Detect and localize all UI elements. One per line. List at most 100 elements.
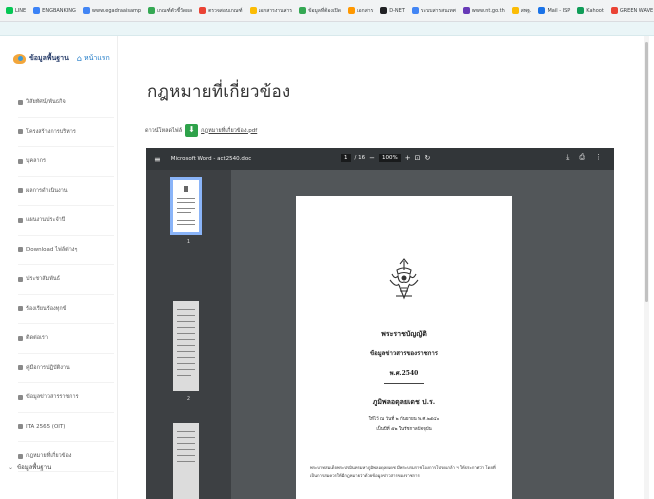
bookmark-label: ระบบสารสนเทศ [420, 7, 456, 14]
sidebar: ข้อมูลพื้นฐาน ⌂ หน้าแรก วิสัยทัศน์/พันธก… [0, 36, 118, 499]
sidebar-item[interactable]: Download ไฟล์ต่างๆ [18, 236, 114, 265]
sidebar-item-basic-info[interactable]: ⌄ ข้อมูลพื้นฐาน [8, 462, 51, 472]
brand-label: ข้อมูลพื้นฐาน [29, 54, 69, 62]
pdf-pager: 1 / 16 − 100% + ⊡ ↻ [341, 154, 430, 162]
bookmark-favicon-icon [148, 7, 156, 14]
zoom-input[interactable]: 100% [378, 154, 401, 162]
page-title: กฎหมายที่เกี่ยวข้อง [147, 82, 291, 102]
main-content: กฎหมายที่เกี่ยวข้อง ดาวน์โหลดไฟล์ กฎหมาย… [118, 36, 640, 499]
sidebar-item[interactable]: ประชาสัมพันธ์ [18, 265, 114, 295]
download-prefix: ดาวน์โหลดไฟล์ [145, 127, 183, 134]
bookmark-item[interactable]: ข้อมูลที่ต้องเปิด [299, 7, 341, 15]
bookmark-label: Kahoot [586, 7, 604, 14]
bookmark-item[interactable]: สพฐ. [511, 7, 531, 15]
sidebar-item-icon [18, 424, 23, 430]
rotate-icon[interactable]: ↻ [424, 154, 430, 162]
sidebar-item-icon [18, 394, 23, 400]
sidebar-item-label: ผลการดำเนินงาน [26, 187, 68, 194]
chevron-down-icon: ⌄ [8, 463, 14, 471]
bookmark-item[interactable]: ENGBANKING [33, 7, 76, 14]
pdf-scrollbar[interactable] [611, 170, 614, 499]
bookmark-label: www.egadraaisamp [91, 7, 142, 14]
sidebar-brand[interactable]: ข้อมูลพื้นฐาน ⌂ หน้าแรก [13, 53, 110, 64]
sidebar-item-label: แผนงานประจำปี [26, 217, 66, 224]
sidebar-item[interactable]: แผนงานประจำปี [18, 206, 114, 236]
bookmark-item[interactable]: D-NET [380, 7, 405, 14]
bookmark-item[interactable]: Mail - ISP [538, 7, 570, 14]
sidebar-item-icon [18, 217, 23, 223]
sidebar-item-icon [18, 188, 23, 194]
sidebar-item-label: ข้อมูลข่าวสารราชการ [26, 394, 79, 401]
doc-date-line: ให้ไว้ ณ วันที่ ๒ กันยายน พ.ศ.๒๕๔๐ [368, 417, 440, 422]
thumbnail-pane: 1 2 [146, 170, 231, 499]
thumbnail-number: 1 [186, 239, 191, 245]
sidebar-item[interactable]: ติดต่อเรา [18, 324, 114, 354]
zoom-in-icon[interactable]: + [405, 154, 411, 162]
doc-reign-line: เป็นปีที่ ๕๒ ในรัชกาลปัจจุบัน [376, 427, 432, 432]
bookmark-item[interactable]: LINE [6, 7, 26, 14]
bookmarks-bar: LINE ENGBANKING www.egadraaisamp เกณฑ์ตัวชี… [0, 0, 654, 22]
more-options-icon[interactable]: ⋮ [595, 153, 602, 162]
download-icon[interactable] [185, 124, 199, 137]
pdf-viewer[interactable]: ≡ Microsoft Word - act2540.doc 1 / 16 − … [146, 148, 614, 499]
bookmark-label: ข้อมูลที่ต้องเปิด [308, 7, 341, 14]
header-strip [0, 22, 654, 36]
bookmark-favicon-icon [380, 7, 388, 14]
sidebar-item-label: ITA 2565 (OIT) [26, 423, 66, 430]
bookmark-label: เอกสาร [356, 7, 374, 14]
sidebar-item-label: Download ไฟล์ต่างๆ [26, 246, 78, 253]
bookmark-item[interactable]: www.egadraaisamp [82, 7, 142, 14]
sidebar-item-icon [18, 276, 23, 282]
sidebar-item-icon [18, 158, 23, 164]
sidebar-item[interactable]: ข้อมูลข่าวสารราชการ [18, 383, 114, 413]
sidebar-item-label: บุคลากร [26, 158, 46, 165]
doc-heading-4: ภูมิพลอดุลยเดช ป.ร. [372, 397, 436, 406]
thumbnail-page-3[interactable] [173, 423, 199, 499]
bookmark-item[interactable]: GREEN WAVE [610, 7, 653, 14]
home-link[interactable]: ⌂ หน้าแรก [77, 53, 110, 64]
download-link[interactable]: กฎหมายที่เกี่ยวข้อง.pdf [201, 127, 257, 135]
bookmark-favicon-icon [411, 7, 419, 14]
page-number-input[interactable]: 1 [341, 154, 351, 162]
fit-page-icon[interactable]: ⊡ [415, 154, 421, 162]
sidebar-item[interactable]: ร้องเรียนร้องทุกข์ [18, 295, 114, 324]
page-scrollbar-thumb[interactable] [645, 42, 648, 302]
doc-heading-1: พระราชบัญญัติ [381, 329, 427, 338]
doc-heading-2: ข้อมูลข่าวสารของราชการ [370, 350, 438, 357]
sidebar-item[interactable]: ผลการดำเนินงาน [18, 177, 114, 206]
bookmark-item[interactable]: ตรวจสอบเกณฑ์ [199, 7, 243, 15]
download-pdf-icon[interactable]: ⤓ [566, 153, 569, 162]
sidebar-item[interactable]: บุคลากร [18, 147, 114, 177]
bookmark-item[interactable]: Kahoot [577, 7, 604, 14]
sidebar-nav: วิสัยทัศน์/พันธกิจ โครงสร้างการบริหารบุคล… [18, 88, 114, 472]
bookmark-favicon-icon [33, 7, 41, 14]
bookmark-item[interactable]: ระบบสารสนเทศ [411, 7, 456, 15]
pdf-page: พระราชบัญญัติ ข้อมูลข่าวสารของราชการ พ.ศ… [296, 196, 512, 499]
sidebar-item[interactable]: วิสัยทัศน์/พันธกิจ [18, 88, 114, 118]
bookmark-label: Mail - ISP [547, 7, 571, 14]
sidebar-item-icon [18, 129, 23, 135]
pdf-toolbar: ≡ Microsoft Word - act2540.doc 1 / 16 − … [146, 148, 614, 170]
bookmark-item[interactable]: เกณฑ์ตัวชี้วัดผล [148, 7, 192, 15]
sidebar-item-label: กฎหมายที่เกี่ยวข้อง [26, 453, 72, 460]
sidebar-item-icon [18, 247, 23, 253]
sidebar-item-icon [18, 335, 23, 341]
zoom-out-icon[interactable]: − [369, 154, 375, 162]
sidebar-item[interactable]: คู่มือการปฏิบัติงาน [18, 354, 114, 383]
sidebar-item-label: ประชาสัมพันธ์ [26, 276, 60, 283]
thumbnail-page-1[interactable] [170, 177, 202, 235]
bookmark-item[interactable]: เอกสาร [347, 7, 374, 15]
print-icon[interactable]: ⎙ [579, 153, 585, 162]
page-scrollbar[interactable] [644, 36, 649, 499]
bookmark-favicon-icon [577, 7, 585, 14]
bookmark-label: เกณฑ์ตัวชี้วัดผล [157, 7, 193, 14]
sidebar-item[interactable]: ITA 2565 (OIT) [18, 413, 114, 442]
menu-icon[interactable]: ≡ [154, 155, 161, 164]
sidebar-item[interactable]: โครงสร้างการบริหาร [18, 118, 114, 147]
bookmark-favicon-icon [462, 7, 470, 14]
thumbnail-page-2[interactable] [173, 301, 199, 391]
bookmark-item[interactable]: เอกสารงานสาร [249, 7, 292, 15]
bookmark-item[interactable]: www.nt.go.th [462, 7, 505, 14]
sidebar-item-icon [18, 365, 23, 371]
page-total: / 16 [354, 155, 366, 161]
